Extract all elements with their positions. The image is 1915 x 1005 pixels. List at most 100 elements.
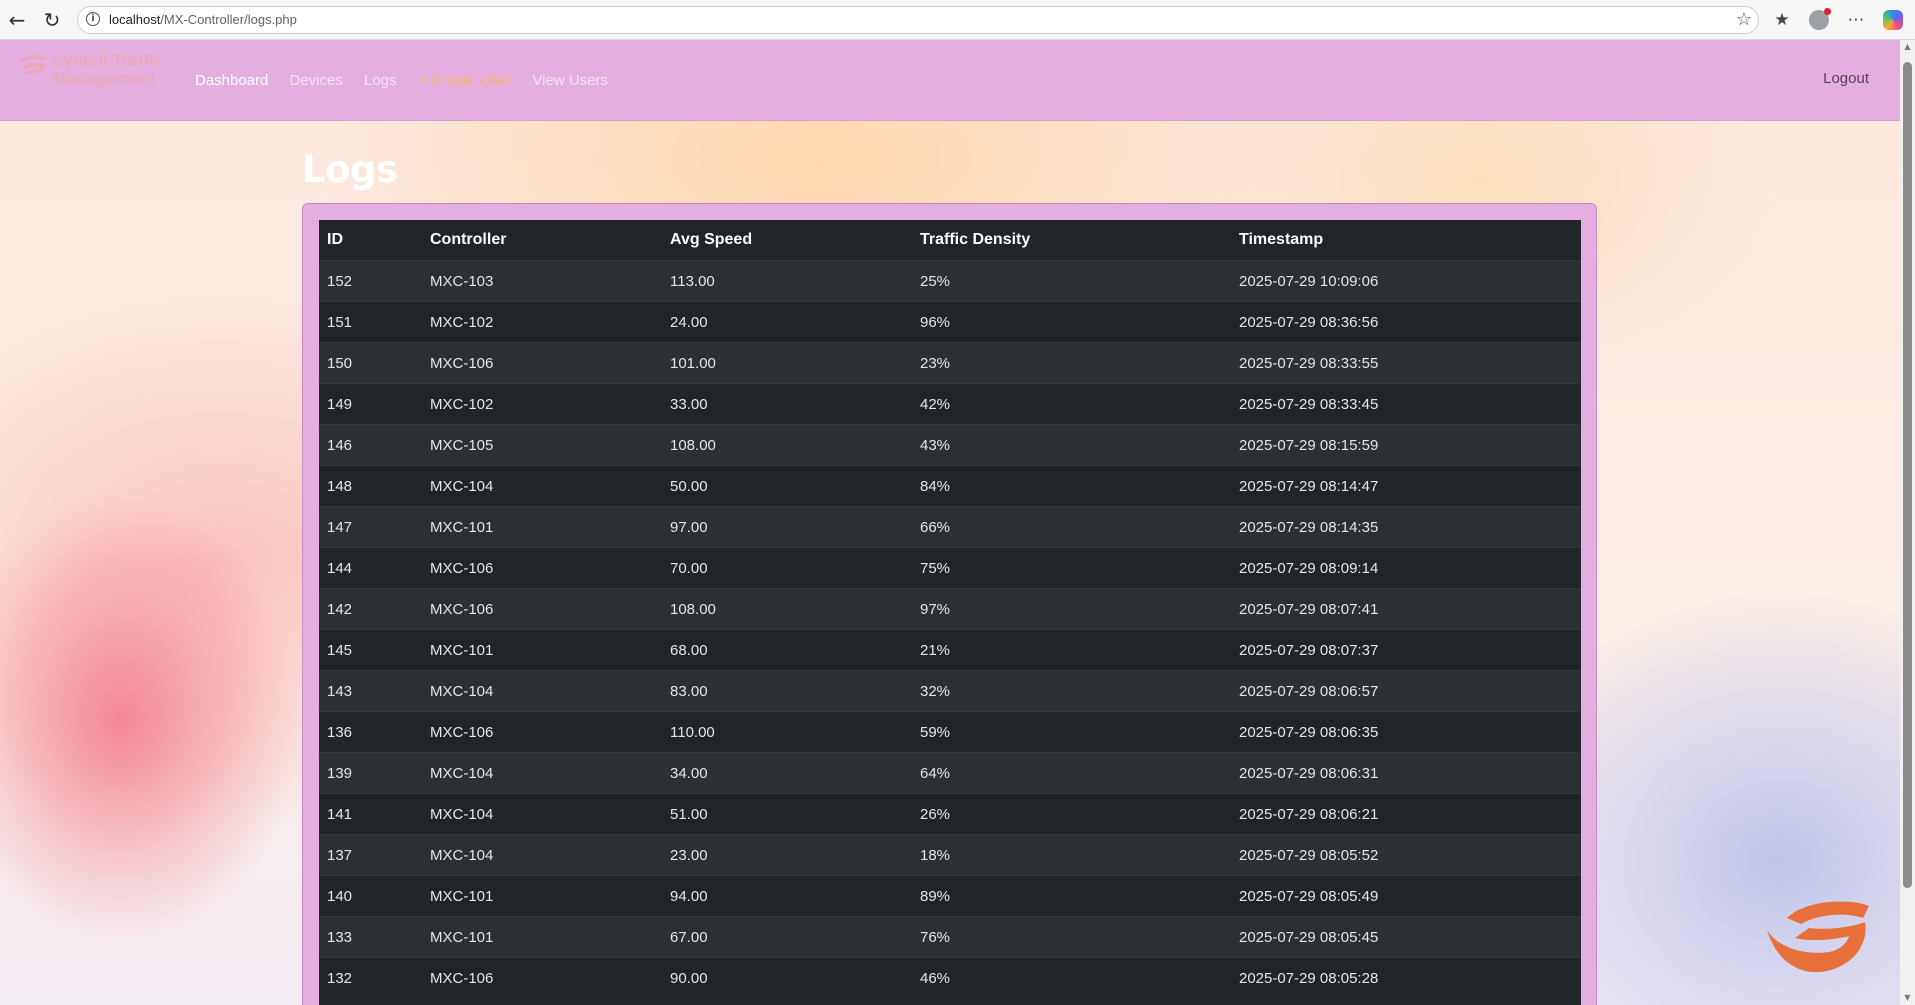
cell-timestamp: 2025-07-29 08:06:21: [1231, 793, 1581, 835]
cell-timestamp: 2025-07-29 08:05:45: [1231, 916, 1581, 958]
syntell-corner-logo-icon: [1767, 901, 1869, 972]
cell-controller: MXC-102: [422, 383, 662, 425]
cell-timestamp: 2025-07-29 08:33:55: [1231, 342, 1581, 384]
scroll-up-icon[interactable]: ▲: [1900, 40, 1915, 54]
copilot-icon[interactable]: [1882, 9, 1904, 31]
cell-timestamp: 2025-07-29 08:05:49: [1231, 875, 1581, 917]
cell-traffic-density: 66%: [912, 506, 1231, 548]
cell-id: 143: [319, 670, 422, 712]
cell-avg-speed: 83.00: [662, 670, 912, 712]
more-icon[interactable]: ⋯: [1845, 9, 1867, 31]
table-row: 133 MXC-101 67.00 76% 2025-07-29 08:05:45: [319, 916, 1581, 958]
cell-avg-speed: 51.00: [662, 793, 912, 835]
column-header-controller: Controller: [430, 231, 507, 248]
star-icon[interactable]: ☆: [1736, 9, 1752, 30]
table-row: 148 MXC-104 50.00 84% 2025-07-29 08:14:47: [319, 465, 1581, 507]
syntell-logo-icon: [20, 55, 46, 75]
cell-avg-speed: 94.00: [662, 875, 912, 917]
cell-avg-speed: 24.00: [662, 301, 912, 343]
cell-avg-speed: 68.00: [662, 629, 912, 671]
logout-link[interactable]: Logout: [1823, 70, 1869, 87]
cell-id: 142: [319, 588, 422, 630]
cell-timestamp: 2025-07-29 08:05:28: [1231, 957, 1581, 998]
cell-id: 140: [319, 875, 422, 917]
cell-traffic-density: 26%: [912, 793, 1231, 835]
cell-timestamp: 2025-07-29 08:15:59: [1231, 424, 1581, 466]
cell-controller: MXC-105: [422, 424, 662, 466]
scroll-thumb[interactable]: [1903, 62, 1912, 888]
cell-traffic-density: 96%: [912, 301, 1231, 343]
nav-dashboard[interactable]: Dashboard: [195, 72, 268, 89]
table-header-row: ID Controller Avg Speed Traffic Density …: [319, 220, 1581, 261]
page-scrollbar[interactable]: ▲ ▼: [1900, 40, 1915, 1005]
cell-id: 144: [319, 547, 422, 589]
address-url[interactable]: localhost/MX-Controller/logs.php: [109, 12, 297, 27]
nav-devices[interactable]: Devices: [289, 72, 342, 89]
cell-avg-speed: 67.00: [662, 916, 912, 958]
cell-controller: MXC-102: [422, 301, 662, 343]
cell-id: 133: [319, 916, 422, 958]
address-bar[interactable]: i localhost/MX-Controller/logs.php ☆: [77, 6, 1759, 34]
back-arrow-icon[interactable]: ←: [5, 8, 29, 32]
cell-avg-speed: 70.00: [662, 547, 912, 589]
top-navbar: Syntell Traffic Management Dashboard Dev…: [0, 40, 1900, 121]
cell-timestamp: 2025-07-29 08:07:37: [1231, 629, 1581, 671]
column-header-timestamp: Timestamp: [1239, 231, 1324, 248]
table-row: 137 MXC-104 23.00 18% 2025-07-29 08:05:52: [319, 834, 1581, 876]
cell-id: 148: [319, 465, 422, 507]
cell-timestamp: 2025-07-29 08:06:35: [1231, 711, 1581, 753]
cell-id: 150: [319, 342, 422, 384]
cell-controller: MXC-106: [422, 547, 662, 589]
reload-icon[interactable]: ↻: [40, 8, 64, 32]
cell-timestamp: 2025-07-29 08:07:41: [1231, 588, 1581, 630]
cell-traffic-density: 23%: [912, 342, 1231, 384]
cell-traffic-density: 32%: [912, 670, 1231, 712]
favorites-icon[interactable]: ★: [1771, 9, 1793, 31]
cell-id: 149: [319, 383, 422, 425]
cell-avg-speed: 108.00: [662, 588, 912, 630]
cell-traffic-density: 75%: [912, 547, 1231, 589]
table-row: 132 MXC-106 90.00 46% 2025-07-29 08:05:28: [319, 957, 1581, 998]
cell-avg-speed: 110.00: [662, 711, 912, 753]
nav-create-user[interactable]: + Create User: [418, 72, 512, 89]
cell-avg-speed: 113.00: [662, 260, 912, 302]
nav-logs[interactable]: Logs: [364, 72, 397, 89]
table-row: 145 MXC-101 68.00 21% 2025-07-29 08:07:37: [319, 629, 1581, 671]
logs-table: ID Controller Avg Speed Traffic Density …: [319, 220, 1581, 998]
cell-id: 151: [319, 301, 422, 343]
table-row: 151 MXC-102 24.00 96% 2025-07-29 08:36:56: [319, 301, 1581, 343]
cell-traffic-density: 59%: [912, 711, 1231, 753]
cell-avg-speed: 50.00: [662, 465, 912, 507]
logs-table-container: ID Controller Avg Speed Traffic Density …: [319, 220, 1581, 1005]
cell-traffic-density: 42%: [912, 383, 1231, 425]
column-header-avg-speed: Avg Speed: [670, 231, 753, 248]
nav-view-users[interactable]: View Users: [532, 72, 608, 89]
cell-id: 145: [319, 629, 422, 671]
cell-controller: MXC-106: [422, 342, 662, 384]
cell-traffic-density: 84%: [912, 465, 1231, 507]
table-row: 142 MXC-106 108.00 97% 2025-07-29 08:07:41: [319, 588, 1581, 630]
table-body: 152 MXC-103 113.00 25% 2025-07-29 10:09:06 15…: [319, 260, 1581, 998]
brand-text: Syntell Traffic Management: [52, 51, 164, 88]
cell-timestamp: 2025-07-29 08:33:45: [1231, 383, 1581, 425]
info-icon[interactable]: i: [86, 12, 100, 26]
cell-controller: MXC-101: [422, 506, 662, 548]
cell-controller: MXC-104: [422, 752, 662, 794]
cell-traffic-density: 18%: [912, 834, 1231, 876]
cell-id: 136: [319, 711, 422, 753]
table-row: 141 MXC-104 51.00 26% 2025-07-29 08:06:21: [319, 793, 1581, 835]
cell-controller: MXC-101: [422, 629, 662, 671]
browser-toolbar: ← ↻ i localhost/MX-Controller/logs.php ☆…: [0, 0, 1915, 40]
profile-icon[interactable]: [1808, 8, 1831, 31]
cell-id: 147: [319, 506, 422, 548]
table-row: 139 MXC-104 34.00 64% 2025-07-29 08:06:31: [319, 752, 1581, 794]
cell-traffic-density: 43%: [912, 424, 1231, 466]
cell-controller: MXC-104: [422, 465, 662, 507]
scroll-down-icon[interactable]: ▼: [1900, 991, 1915, 1005]
column-header-id: ID: [327, 231, 343, 248]
page-title: Logs: [302, 148, 398, 191]
cell-id: 152: [319, 260, 422, 302]
brand[interactable]: Syntell Traffic Management: [14, 48, 164, 112]
cell-avg-speed: 101.00: [662, 342, 912, 384]
cell-traffic-density: 89%: [912, 875, 1231, 917]
